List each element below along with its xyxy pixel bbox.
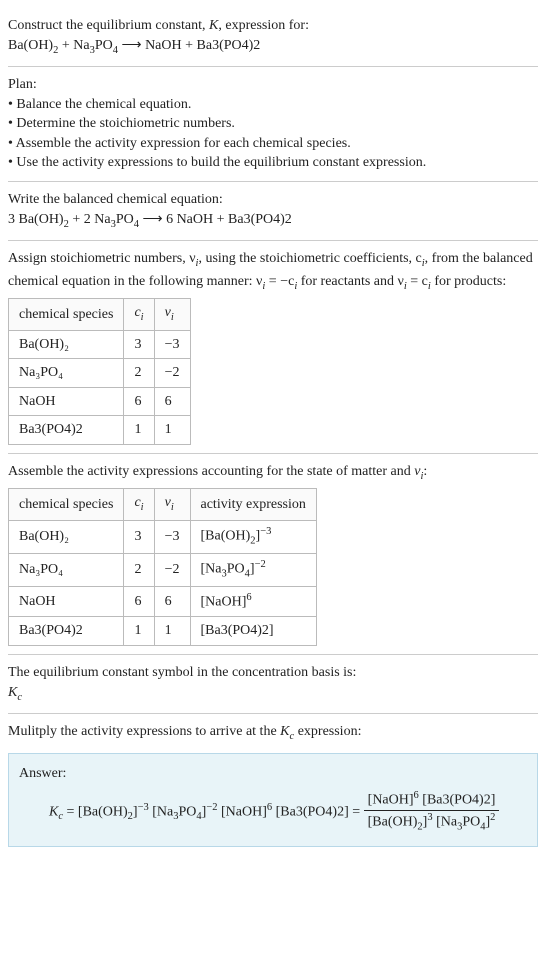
unbalanced-equation: Ba(OH)2 + Na3PO4 ⟶ NaOH + Ba3(PO4)2 <box>8 36 538 58</box>
table-row: NaOH66 [NaOH]6 <box>9 587 317 617</box>
balanced-equation: 3 Ba(OH)2 + 2 Na3PO4 ⟶ 6 NaOH + Ba3(PO4)… <box>8 210 538 232</box>
plan-item-3: • Assemble the activity expression for e… <box>8 134 538 154</box>
table-row: Na₃PO₄2−2 <box>9 359 191 388</box>
balanced-title: Write the balanced chemical equation: <box>8 190 538 210</box>
table-row: Ba(OH)₂3−3 [Ba(OH)2]−3 <box>9 520 317 553</box>
problem-statement: Construct the equilibrium constant, K, e… <box>8 8 538 67</box>
plan-title: Plan: <box>8 75 538 95</box>
kc-expression: Kc = [Ba(OH)2]−3 [Na3PO4]−2 [NaOH]6 [Ba3… <box>19 789 527 835</box>
stoich-text: Assign stoichiometric numbers, νi, using… <box>8 249 538 294</box>
kc-symbol: Kc <box>8 683 538 705</box>
col-vi: νi <box>154 489 190 520</box>
col-ci: ci <box>124 299 154 330</box>
table-row: Ba3(PO4)211 <box>9 416 191 445</box>
col-activity: activity expression <box>190 489 316 520</box>
plan-item-1: • Balance the chemical equation. <box>8 95 538 115</box>
table-row: Ba(OH)₂3−3 <box>9 330 191 359</box>
symbol-text: The equilibrium constant symbol in the c… <box>8 663 538 683</box>
activity-table: chemical species ci νi activity expressi… <box>8 488 317 646</box>
col-species: chemical species <box>9 489 124 520</box>
table-row: Ba3(PO4)211 [Ba3(PO4)2] <box>9 617 317 646</box>
denominator: [Ba(OH)2]3 [Na3PO4]2 <box>364 811 500 835</box>
numerator: [NaOH]6 [Ba3(PO4)2] <box>364 789 500 811</box>
fraction: [NaOH]6 [Ba3(PO4)2][Ba(OH)2]3 [Na3PO4]2 <box>364 789 500 835</box>
final-section: Mulitply the activity expressions to arr… <box>8 714 538 846</box>
problem-line1: Construct the equilibrium constant, K, e… <box>8 16 538 36</box>
final-title: Mulitply the activity expressions to arr… <box>8 722 538 744</box>
balanced-equation-section: Write the balanced chemical equation: 3 … <box>8 182 538 241</box>
col-ci: ci <box>124 489 154 520</box>
stoich-table: chemical species ci νi Ba(OH)₂3−3 Na₃PO₄… <box>8 298 191 445</box>
table-header-row: chemical species ci νi activity expressi… <box>9 489 317 520</box>
activity-title: Assemble the activity expressions accoun… <box>8 462 538 484</box>
answer-label: Answer: <box>19 764 527 784</box>
activity-section: Assemble the activity expressions accoun… <box>8 454 538 655</box>
stoichiometric-section: Assign stoichiometric numbers, νi, using… <box>8 241 538 454</box>
plan-item-2: • Determine the stoichiometric numbers. <box>8 114 538 134</box>
symbol-section: The equilibrium constant symbol in the c… <box>8 655 538 714</box>
plan-item-4: • Use the activity expressions to build … <box>8 153 538 173</box>
table-row: Na₃PO₄2−2 [Na3PO4]−2 <box>9 554 317 587</box>
col-vi: νi <box>154 299 190 330</box>
answer-box: Answer: Kc = [Ba(OH)2]−3 [Na3PO4]−2 [NaO… <box>8 753 538 847</box>
table-header-row: chemical species ci νi <box>9 299 191 330</box>
plan: Plan: • Balance the chemical equation. •… <box>8 67 538 182</box>
table-row: NaOH66 <box>9 387 191 416</box>
col-species: chemical species <box>9 299 124 330</box>
